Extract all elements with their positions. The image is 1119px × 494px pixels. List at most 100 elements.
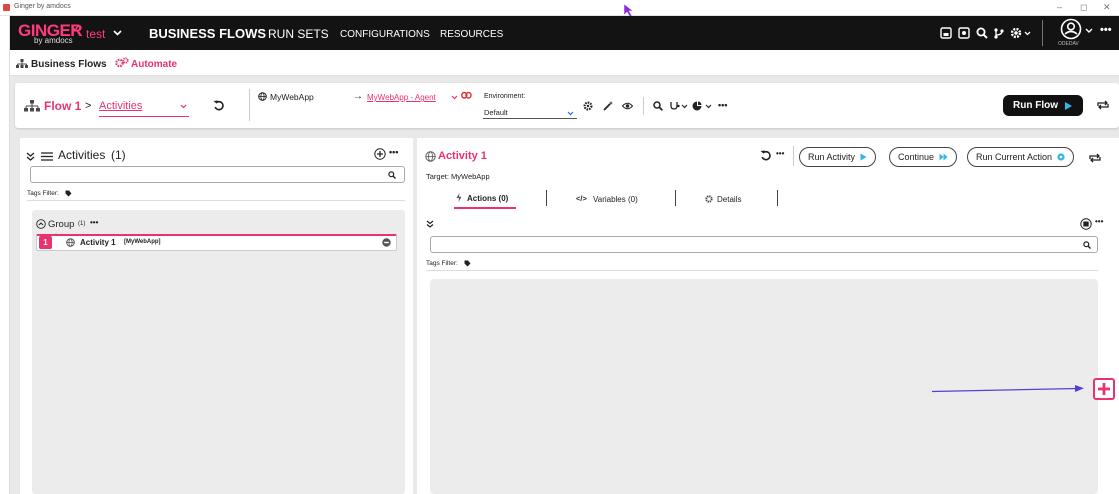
environment-underline — [483, 118, 577, 119]
user-label: ODEDAV — [1058, 41, 1079, 47]
run-current-action-icon — [1057, 153, 1065, 161]
remove-activity-icon[interactable] — [382, 238, 391, 247]
search-icon[interactable] — [976, 27, 988, 39]
tab-divider-2 — [675, 190, 676, 206]
report-chart-icon[interactable] — [692, 101, 702, 111]
environment-chevron-icon[interactable] — [567, 111, 574, 116]
activities-panel: Activities (1) ••• Tags Filter: Group (1… — [20, 138, 413, 494]
nav-business-flows[interactable]: BUSINESS FLOWS — [149, 26, 266, 41]
activity-repeat-icon[interactable] — [1088, 152, 1102, 163]
group-more-icon[interactable]: ••• — [90, 218, 98, 227]
group-name[interactable]: Group — [48, 219, 74, 230]
actions-more-icon[interactable]: ••• — [1095, 217, 1103, 226]
analyze-chevron-icon[interactable] — [681, 104, 688, 109]
tab-actions-underline — [454, 207, 516, 209]
activity-title[interactable]: Activity 1 — [438, 150, 487, 162]
save-all-icon[interactable] — [940, 27, 952, 39]
activity-mandatory-mark: '' — [55, 234, 58, 240]
undo-save-icon[interactable] — [958, 27, 970, 39]
add-action-button[interactable] — [1093, 378, 1115, 400]
breadcrumb-business-flows[interactable]: Business Flows — [31, 59, 107, 70]
agent-selector[interactable]: MyWebApp - Agent — [367, 93, 436, 102]
tab-actions[interactable]: Actions (0) — [467, 194, 508, 203]
actions-search-icon[interactable] — [1083, 241, 1091, 249]
eye-icon[interactable] — [622, 102, 633, 110]
tab-divider-3 — [777, 190, 778, 206]
activities-search-input[interactable] — [30, 166, 405, 183]
target-application[interactable]: MyWebApp — [270, 92, 314, 102]
activity-globe-header-icon — [425, 151, 436, 162]
actions-tag-icon[interactable] — [464, 260, 471, 267]
window-title-bar: Ginger by amdocs – ◻ ✕ — [0, 0, 1119, 16]
nav-run-sets[interactable]: RUN SETS — [268, 27, 329, 41]
nav-configurations[interactable]: CONFIGURATIONS — [340, 29, 430, 40]
flow-more-icon[interactable]: ••• — [718, 100, 727, 110]
undo-icon[interactable] — [213, 100, 224, 111]
globe-icon — [258, 92, 267, 101]
settings-icon[interactable] — [1010, 27, 1022, 39]
chevron-down-icon[interactable] — [113, 30, 122, 36]
activities-list-area — [32, 210, 405, 494]
run-current-action-button[interactable]: Run Current Action — [967, 147, 1075, 167]
report-chevron-icon[interactable] — [705, 104, 712, 109]
group-count: (1) — [78, 221, 86, 227]
view-selector[interactable]: Activities — [99, 100, 142, 112]
activity-undo-icon[interactable] — [760, 150, 771, 161]
panel-divider — [27, 200, 405, 201]
activity-target: Target: MyWebApp — [426, 172, 490, 181]
analyze-icon[interactable] — [670, 101, 680, 111]
close-button[interactable]: ✕ — [1103, 2, 1111, 13]
logo-subtext: by amdocs — [34, 36, 73, 45]
user-avatar-icon[interactable] — [1060, 18, 1082, 40]
activity-target-app: [MyWebApp] — [124, 239, 161, 245]
add-activity-icon[interactable] — [374, 148, 386, 160]
minimize-button[interactable]: – — [1057, 2, 1062, 12]
actions-collapse-icon[interactable] — [426, 220, 434, 228]
continue-button[interactable]: Continue — [889, 147, 958, 167]
app-icon — [3, 4, 10, 11]
nav-resources[interactable]: RESOURCES — [440, 29, 503, 40]
annotation-arrow — [931, 385, 1084, 393]
actions-tags-filter-label: Tags Filter: — [426, 260, 458, 267]
tab-variables[interactable]: Variables (0) — [593, 195, 638, 204]
actions-list-toggle-icon[interactable] — [1080, 218, 1092, 230]
tab-divider — [546, 190, 547, 206]
arrow-right-icon: → — [353, 91, 363, 102]
agent-link-icon[interactable] — [461, 91, 472, 100]
actions-search-input[interactable] — [430, 236, 1098, 253]
flow-separator: > — [85, 100, 92, 112]
actions-divider — [426, 270, 1098, 271]
source-control-icon[interactable] — [993, 27, 1005, 39]
agent-chevron-icon[interactable] — [451, 95, 458, 100]
tab-details[interactable]: Details — [717, 195, 741, 204]
activities-more-icon[interactable]: ••• — [389, 147, 398, 157]
actions-bolt-icon — [456, 193, 462, 202]
activities-search-icon[interactable] — [388, 171, 396, 179]
restore-button[interactable]: ◻ — [1080, 2, 1087, 13]
toolbar-divider-2 — [643, 97, 644, 115]
group-collapse-icon[interactable] — [36, 219, 46, 229]
window-title: Ginger by amdocs — [14, 3, 71, 10]
flow-name[interactable]: Flow 1 — [44, 99, 81, 113]
activity-more-icon[interactable]: ••• — [776, 149, 784, 158]
plus-icon — [1098, 383, 1110, 395]
tag-icon[interactable] — [65, 190, 72, 197]
settings-chevron-icon[interactable] — [1024, 31, 1031, 36]
repeat-icon[interactable] — [1096, 99, 1110, 111]
user-chevron-icon[interactable] — [1085, 28, 1093, 34]
nav-more-icon[interactable]: ••• — [1100, 24, 1112, 36]
view-chevron-icon[interactable] — [180, 104, 187, 109]
run-activity-button[interactable]: Run Activity — [799, 147, 877, 167]
magic-wand-icon[interactable] — [603, 101, 614, 111]
search-flow-icon[interactable] — [653, 101, 663, 111]
solution-selector[interactable]: test — [86, 27, 105, 41]
run-flow-button[interactable]: Run Flow — [1003, 95, 1083, 116]
play-icon — [1065, 101, 1072, 110]
breadcrumb-automate[interactable]: Automate — [131, 59, 177, 70]
list-icon — [41, 152, 53, 161]
environment-label: Environment: — [484, 93, 526, 100]
environment-selector[interactable]: Default — [484, 108, 508, 117]
flow-settings-icon[interactable] — [583, 101, 593, 111]
collapse-all-icon[interactable] — [26, 152, 35, 161]
flow-toolbar: Flow 1 > Activities MyWebApp → MyWebApp … — [15, 83, 1119, 128]
